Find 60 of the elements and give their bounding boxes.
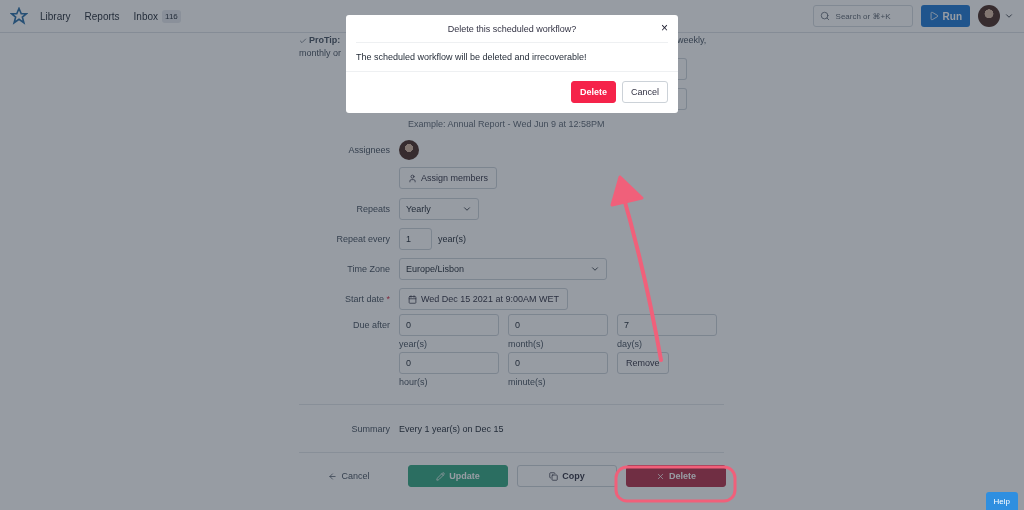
- cancel-link[interactable]: Cancel: [299, 471, 399, 481]
- protip-text: weekly,: [677, 34, 707, 47]
- nav-link[interactable]: Library: [40, 10, 71, 22]
- duration-input[interactable]: 0: [508, 352, 608, 374]
- nav-link[interactable]: Reports: [84, 10, 120, 22]
- pencil-icon: [436, 471, 446, 481]
- copy-button[interactable]: Copy: [517, 465, 617, 487]
- protip-text: monthly or: [299, 47, 342, 60]
- field-label: Repeats: [355, 204, 391, 214]
- count-badge: 116: [162, 9, 181, 23]
- field-label: Assignees: [347, 144, 391, 155]
- check-icon: [299, 36, 307, 45]
- repeat-every-input[interactable]: 1: [399, 228, 432, 250]
- duration-input[interactable]: 0: [399, 314, 499, 336]
- unit-label: hour(s): [399, 377, 428, 386]
- field-label: Time Zone: [346, 264, 391, 274]
- user-avatar[interactable]: [978, 5, 1000, 27]
- search-icon: [819, 11, 830, 21]
- unit-label: month(s): [508, 339, 544, 348]
- field-label: Summary: [350, 423, 391, 434]
- help-button[interactable]: Help: [985, 492, 1018, 510]
- unit-label: day(s): [617, 339, 642, 348]
- unit-label: minute(s): [508, 377, 546, 386]
- assignee-avatar: [399, 139, 419, 160]
- duration-input[interactable]: 7: [617, 314, 717, 336]
- chevron-down-icon: [590, 264, 600, 274]
- field-label: Repeat every: [335, 234, 391, 244]
- duration-input[interactable]: 0: [399, 352, 499, 374]
- start-date-picker[interactable]: Wed Dec 15 2021 at 9:00AM WET: [399, 288, 568, 310]
- chevron-down-icon[interactable]: [1004, 11, 1014, 21]
- summary-text: Every 1 year(s) on Dec 15: [399, 423, 504, 434]
- required-mark: *: [386, 294, 390, 304]
- example-hint: Example: Annual Report - Wed Jun 9 at 12:58PM: [408, 118, 605, 131]
- star-logo-icon[interactable]: [10, 7, 28, 25]
- copy-icon: [549, 471, 559, 481]
- delete-button[interactable]: Delete: [626, 465, 726, 487]
- user-icon: [408, 173, 417, 183]
- field-label: Start date: [344, 294, 384, 304]
- close-icon: [656, 471, 665, 481]
- search-field[interactable]: Search or ⌘+K: [812, 5, 913, 27]
- nav-link[interactable]: Inbox 116: [133, 9, 181, 23]
- dialog-title: Delete this scheduled workflow?: [447, 23, 577, 34]
- unit-label: year(s): [438, 234, 466, 244]
- dialog-cancel-button[interactable]: Cancel: [622, 81, 668, 103]
- chevron-down-icon: [462, 204, 472, 214]
- assign-members-button[interactable]: Assign members: [399, 167, 498, 189]
- dialog-message: The scheduled workflow will be deleted and irrecoverable!: [346, 43, 678, 72]
- unit-label: year(s): [399, 339, 427, 348]
- repeats-select[interactable]: Yearly: [399, 198, 479, 220]
- arrow-left-icon: [328, 471, 338, 481]
- timezone-select[interactable]: Europe/Lisbon: [399, 258, 607, 280]
- close-button[interactable]: ×: [661, 21, 668, 35]
- field-label: Due after: [351, 319, 391, 330]
- play-icon: [928, 11, 939, 21]
- run-button[interactable]: Run: [920, 5, 970, 27]
- protip-text: ProTip:: [299, 34, 341, 47]
- confirm-delete-button[interactable]: Delete: [570, 81, 616, 103]
- duration-input[interactable]: 0: [508, 314, 608, 336]
- remove-button[interactable]: Remove: [617, 352, 669, 374]
- calendar-icon: [408, 294, 417, 304]
